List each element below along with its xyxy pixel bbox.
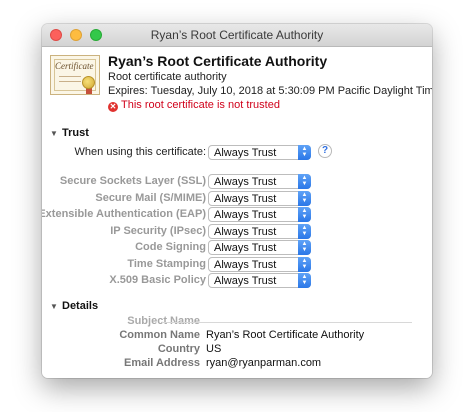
certificate-icon-text: Certificate xyxy=(55,61,94,71)
eap-select[interactable]: Always Trust ▲ ▼ xyxy=(208,207,311,222)
trust-warning: ✕ This root certificate is not trusted xyxy=(108,99,280,112)
ipsec-label: IP Security (IPsec) xyxy=(110,225,206,237)
when-using-label: When using this certificate: xyxy=(74,146,206,158)
country-label: Country xyxy=(157,343,200,355)
smime-select[interactable]: Always Trust ▲ ▼ xyxy=(208,191,311,206)
common-name-label: Common Name xyxy=(119,329,200,341)
window-title: Ryan’s Root Certificate Authority xyxy=(150,28,324,42)
certificate-type: Root certificate authority xyxy=(108,71,227,83)
disclosure-triangle-down-icon: ▼ xyxy=(50,129,58,138)
up-down-chevron-icon: ▲ ▼ xyxy=(298,240,311,255)
email-value: ryan@ryanparman.com xyxy=(206,357,322,369)
up-down-chevron-icon: ▲ ▼ xyxy=(298,273,311,288)
country-value: US xyxy=(206,343,222,355)
when-using-select[interactable]: Always Trust ▲ ▼ xyxy=(208,145,311,160)
trust-warning-text: This root certificate is not trusted xyxy=(121,99,280,111)
certificate-name: Ryan’s Root Certificate Authority xyxy=(108,53,328,69)
x509-label: X.509 Basic Policy xyxy=(109,274,206,286)
up-down-chevron-icon: ▲ ▼ xyxy=(298,224,311,239)
question-mark-icon: ? xyxy=(321,145,329,156)
email-label: Email Address xyxy=(123,357,200,369)
help-button[interactable]: ? xyxy=(318,144,332,158)
up-down-chevron-icon: ▲ ▼ xyxy=(298,257,311,272)
common-name-value: Ryan’s Root Certificate Authority xyxy=(206,329,365,341)
x-circle-icon: ✕ xyxy=(108,102,118,112)
details-section-toggle[interactable]: ▼ Details xyxy=(50,300,98,312)
eap-label: Extensible Authentication (EAP) xyxy=(42,208,206,220)
title-bar: Ryan’s Root Certificate Authority xyxy=(42,24,432,47)
certificate-window: Ryan’s Root Certificate Authority Certif… xyxy=(42,24,432,378)
ssl-select[interactable]: Always Trust ▲ ▼ xyxy=(208,174,311,189)
trust-section-label: Trust xyxy=(62,127,89,139)
x509-select[interactable]: Always Trust ▲ ▼ xyxy=(208,273,311,288)
code-signing-select[interactable]: Always Trust ▲ ▼ xyxy=(208,240,311,255)
trust-section-toggle[interactable]: ▼ Trust xyxy=(50,127,89,139)
code-signing-label: Code Signing xyxy=(135,241,206,253)
certificate-icon: Certificate xyxy=(50,55,100,95)
certificate-content: Certificate Ryan’s Root Certificate Auth… xyxy=(42,47,432,378)
up-down-chevron-icon: ▲ ▼ xyxy=(298,207,311,222)
disclosure-triangle-down-icon: ▼ xyxy=(50,302,58,311)
details-section-label: Details xyxy=(62,300,99,312)
up-down-chevron-icon: ▲ ▼ xyxy=(298,174,311,189)
time-stamping-select[interactable]: Always Trust ▲ ▼ xyxy=(208,257,311,272)
up-down-chevron-icon: ▲ ▼ xyxy=(298,145,311,160)
subject-divider xyxy=(162,322,412,323)
certificate-expiry: Expires: Tuesday, July 10, 2018 at 5:30:… xyxy=(108,85,432,97)
ssl-label: Secure Sockets Layer (SSL) xyxy=(59,175,206,187)
smime-label: Secure Mail (S/MIME) xyxy=(95,192,206,204)
ipsec-select[interactable]: Always Trust ▲ ▼ xyxy=(208,224,311,239)
subject-name-heading: Subject Name xyxy=(127,315,200,327)
time-stamping-label: Time Stamping xyxy=(127,258,206,270)
certificate-seal-icon xyxy=(82,76,95,89)
up-down-chevron-icon: ▲ ▼ xyxy=(298,191,311,206)
